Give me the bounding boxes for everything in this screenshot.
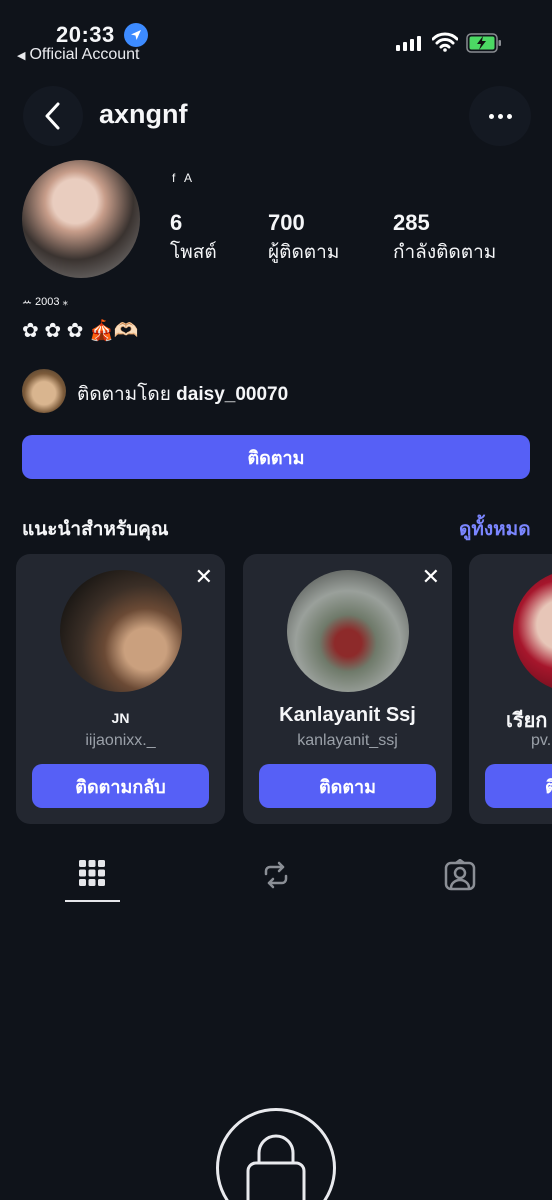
more-options-button[interactable] [469,86,531,146]
suggestion-handle: kanlayanit_ssj [297,732,398,749]
followed-by-text[interactable]: ติดตามโดย daisy_00070 [77,379,288,409]
more-dots-icon [488,113,494,119]
following-label[interactable]: กำลังติดตาม [393,237,496,267]
see-all-link[interactable]: ดูทั้งหมด [459,514,531,544]
wifi-icon [431,32,459,57]
suggestion-name: Kanlayanit Ssj [279,704,416,726]
suggestion-card[interactable]: ✕ Kanlayanit Ssj kanlayanit_ssj ติดตาม [243,554,452,824]
profile-avatar[interactable] [22,160,140,278]
tab-reposts[interactable] [261,860,291,895]
status-time: 20:33 [56,22,115,47]
followed-by-prefix: ติดตามโดย [77,384,177,405]
suggestion-name: JN [111,710,130,726]
posts-count[interactable]: 6 [170,210,182,236]
following-count[interactable]: 285 [393,210,430,236]
suggestion-card[interactable]: ✕ JN iijaonixx._ ติดตามกลับ [16,554,225,824]
lock-icon [246,1134,306,1200]
chevron-left-icon [45,102,60,130]
tab-posts-grid[interactable] [78,859,106,892]
followers-label[interactable]: ผู้ติดตาม [268,237,339,267]
profile-full-name: f A [172,171,196,185]
close-icon[interactable]: ✕ [195,564,213,590]
follow-back-button[interactable]: ติดตามกลับ [32,764,209,808]
suggestion-handle: pv. [531,732,552,749]
bio-line-2: ✿ ✿ ✿ 🎪🫶🏻 [22,320,139,342]
suggestions-title: แนะนำสำหรับคุณ [22,519,169,540]
back-app-label: Official Account [29,46,140,63]
suggestion-card-partial[interactable]: เรียก pv. ติ [469,554,552,824]
tagged-person-icon [444,858,476,891]
back-to-app-link[interactable]: ◀ Official Account [17,46,139,64]
suggestion-handle: iijaonixx._ [85,732,156,749]
follow-suggestion-button[interactable]: ติดตาม [259,764,436,808]
signal-icon [396,36,421,51]
suggestion-avatar[interactable] [287,570,409,692]
grid-icon [79,860,105,886]
follow-button[interactable]: ติดตาม [22,435,530,479]
location-arrow-icon [124,23,148,47]
tab-tagged[interactable] [444,858,476,896]
active-tab-indicator [65,900,120,902]
suggestion-avatar[interactable] [513,570,552,692]
suggestion-avatar[interactable] [60,570,182,692]
profile-username-title: axngnf [99,99,188,129]
mutual-follower-avatar[interactable] [22,369,66,413]
repost-icon [264,861,288,889]
back-button[interactable] [23,86,83,146]
posts-label[interactable]: โพสต์ [170,237,217,267]
battery-charging-icon [466,33,502,53]
followed-by-user[interactable]: daisy_00070 [176,384,288,405]
back-triangle-icon: ◀ [17,49,26,62]
bio-line-1: ꕀ 2003 ⁎ [22,296,69,308]
followers-count[interactable]: 700 [268,210,305,236]
close-icon[interactable]: ✕ [422,564,440,590]
follow-suggestion-button[interactable]: ติ [485,764,552,808]
private-account-lock [216,1108,336,1200]
